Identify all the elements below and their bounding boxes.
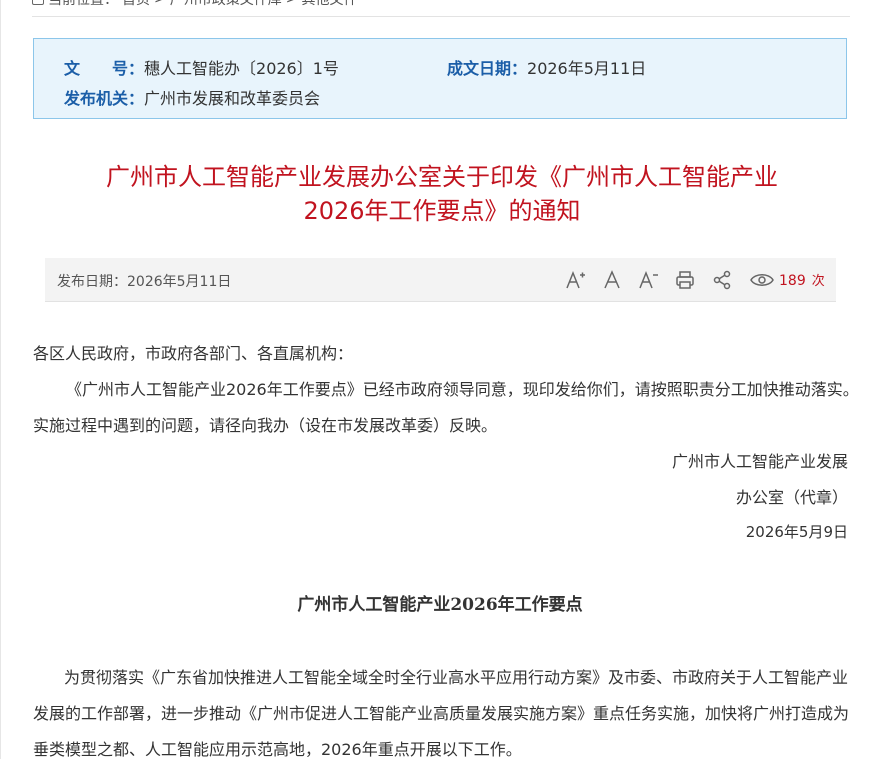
breadcrumb-divider (32, 16, 850, 17)
signature-line-1: 广州市人工智能产业发展 (671, 452, 848, 471)
share-icon[interactable] (711, 269, 733, 291)
issuer-value: 广州市发展和改革委员会 (144, 89, 321, 108)
written-date-row: 成文日期： 2026年5月11日 (447, 55, 646, 79)
body-paragraph-2-line-1: 为贯彻落实《广东省加快推进人工智能全域全时全行业高水平应用行动方案》及市委、市政… (64, 668, 849, 687)
breadcrumb-item-other-files[interactable]: 其他文件 (301, 0, 357, 9)
body-paragraph-2-line-3: 垂类模型之都、人工智能应用示范高地，2026年重点开展以下工作。 (33, 740, 522, 759)
document-title-line2: 2026年工作要点》的通知 (303, 197, 581, 225)
issuer-label: 发布机关： (64, 89, 145, 108)
breadcrumb-prefix: 当前位置： (48, 0, 118, 8)
view-count: 189 次 (779, 270, 825, 289)
body-paragraph-2-line-2: 发展的工作部署，进一步推动《广州市促进人工智能产业高质量发展实施方案》重点任务实… (33, 704, 850, 723)
doc-number-value: 穗人工智能办〔2026〕1号 (144, 59, 339, 78)
body-paragraph-1-line-1: 《广州市人工智能产业2026年工作要点》已经市政府领导同意，现印发给你们，请按照… (66, 380, 859, 399)
issuer-row: 发布机关： 广州市发展和改革委员会 (64, 85, 320, 109)
page-left-border (0, 0, 1, 759)
document-title-line1: 广州市人工智能产业发展办公室关于印发《广州市人工智能产业 (106, 163, 778, 191)
doc-number-label: 文 号： (64, 59, 145, 78)
view-count-number: 189 (779, 273, 806, 289)
view-eye-icon (749, 269, 775, 291)
written-date-label: 成文日期： (447, 59, 528, 78)
font-reset-icon[interactable] (601, 269, 623, 291)
salutation: 各区人民政府，市政府各部门、各直属机构： (33, 344, 354, 363)
doc-number-row: 文 号： 穗人工智能办〔2026〕1号 (64, 55, 339, 79)
breadcrumb-item-policy-library[interactable]: 广州市政策文件库 (170, 0, 282, 9)
font-decrease-icon[interactable] (637, 269, 659, 291)
body-paragraph-1-line-2: 实施过程中遇到的问题，请径向我办（设在市发展改革委）反映。 (33, 416, 498, 435)
view-count-unit: 次 (811, 274, 825, 289)
document-meta-box: 文 号： 穗人工智能办〔2026〕1号 成文日期： 2026年5月11日 发布机… (33, 38, 847, 119)
font-increase-icon[interactable] (564, 269, 586, 291)
written-date-value: 2026年5月11日 (527, 59, 647, 78)
breadcrumb-separator: > (154, 0, 166, 7)
document-title: 广州市人工智能产业发展办公室关于印发《广州市人工智能产业 2026年工作要点》的… (44, 160, 840, 228)
signature-date: 2026年5月9日 (745, 523, 848, 541)
location-icon (32, 0, 44, 5)
section-title: 广州市人工智能产业2026年工作要点 (297, 595, 583, 615)
breadcrumb: 当前位置： 首页 > 广州市政策文件库 > 其他文件 (32, 0, 357, 9)
breadcrumb-separator: > (286, 0, 298, 7)
article-toolbar: 发布日期：2026年5月11日 189 次 (45, 258, 836, 302)
publish-date: 发布日期：2026年5月11日 (57, 274, 232, 290)
signature-line-2: 办公室（代章） (735, 488, 848, 507)
print-icon[interactable] (674, 269, 696, 291)
breadcrumb-item-home[interactable]: 首页 (122, 0, 150, 9)
